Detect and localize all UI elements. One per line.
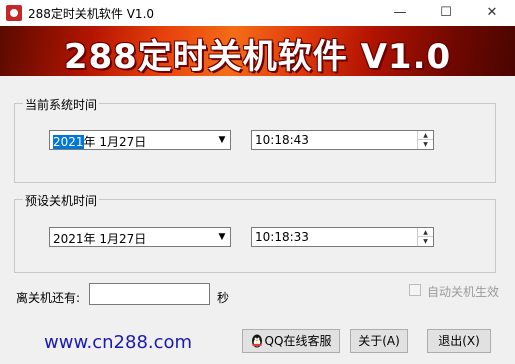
spin-down-icon[interactable]: ▼: [418, 140, 433, 149]
website-link[interactable]: www.cn288.com: [44, 332, 192, 353]
qq-support-button[interactable]: QQ在线客服: [242, 329, 340, 353]
shutdown-date-value: 2021年 1月27日: [53, 232, 147, 246]
remaining-label: 离关机还有:: [16, 291, 81, 305]
current-date-picker[interactable]: 2021年 1月27日 ▼: [49, 130, 231, 150]
spin-up-icon[interactable]: ▲: [418, 131, 433, 140]
current-time-group: 当前系统时间 2021年 1月27日 ▼ 10:18:43 ▲ ▼: [14, 96, 496, 183]
shutdown-date-picker[interactable]: 2021年 1月27日 ▼: [49, 227, 231, 247]
seconds-unit-label: 秒: [217, 291, 230, 305]
spin-down-icon[interactable]: ▼: [418, 237, 433, 246]
banner-title: 288定时关机软件 V1.0: [63, 37, 452, 76]
close-button[interactable]: ✕: [469, 0, 515, 26]
window-title: 288定时关机软件 V1.0: [28, 7, 155, 21]
minimize-button[interactable]: —: [377, 0, 423, 26]
chevron-down-icon[interactable]: ▼: [214, 228, 230, 246]
qq-support-label: QQ在线客服: [264, 334, 332, 348]
banner: 288定时关机软件 V1.0: [0, 26, 515, 76]
shutdown-time-label: 预设关机时间: [23, 192, 100, 209]
current-date-value: 2021年 1月27日: [53, 135, 147, 149]
current-time-field[interactable]: 10:18:43 ▲ ▼: [251, 130, 434, 150]
app-icon: [6, 5, 22, 21]
current-time-value: 10:18:43: [255, 133, 309, 147]
exit-button[interactable]: 退出(X): [427, 329, 491, 353]
auto-shutdown-label: 自动关机生效: [427, 285, 500, 299]
current-time-label: 当前系统时间: [23, 96, 100, 113]
shutdown-time-group: 预设关机时间 2021年 1月27日 ▼ 10:18:33 ▲ ▼: [14, 192, 496, 273]
shutdown-time-value: 10:18:33: [255, 230, 309, 244]
remaining-seconds-input[interactable]: [89, 283, 210, 305]
spin-up-icon[interactable]: ▲: [418, 228, 433, 237]
qq-penguin-icon: [251, 334, 262, 348]
title-bar: 288定时关机软件 V1.0 — ☐ ✕: [0, 0, 515, 26]
about-button[interactable]: 关于(A): [350, 329, 408, 353]
chevron-down-icon[interactable]: ▼: [214, 131, 230, 149]
current-time-spinner[interactable]: ▲ ▼: [417, 131, 433, 149]
shutdown-time-field[interactable]: 10:18:33 ▲ ▼: [251, 227, 434, 247]
maximize-button[interactable]: ☐: [423, 0, 469, 26]
auto-shutdown-checkbox[interactable]: [409, 284, 421, 296]
shutdown-time-spinner[interactable]: ▲ ▼: [417, 228, 433, 246]
